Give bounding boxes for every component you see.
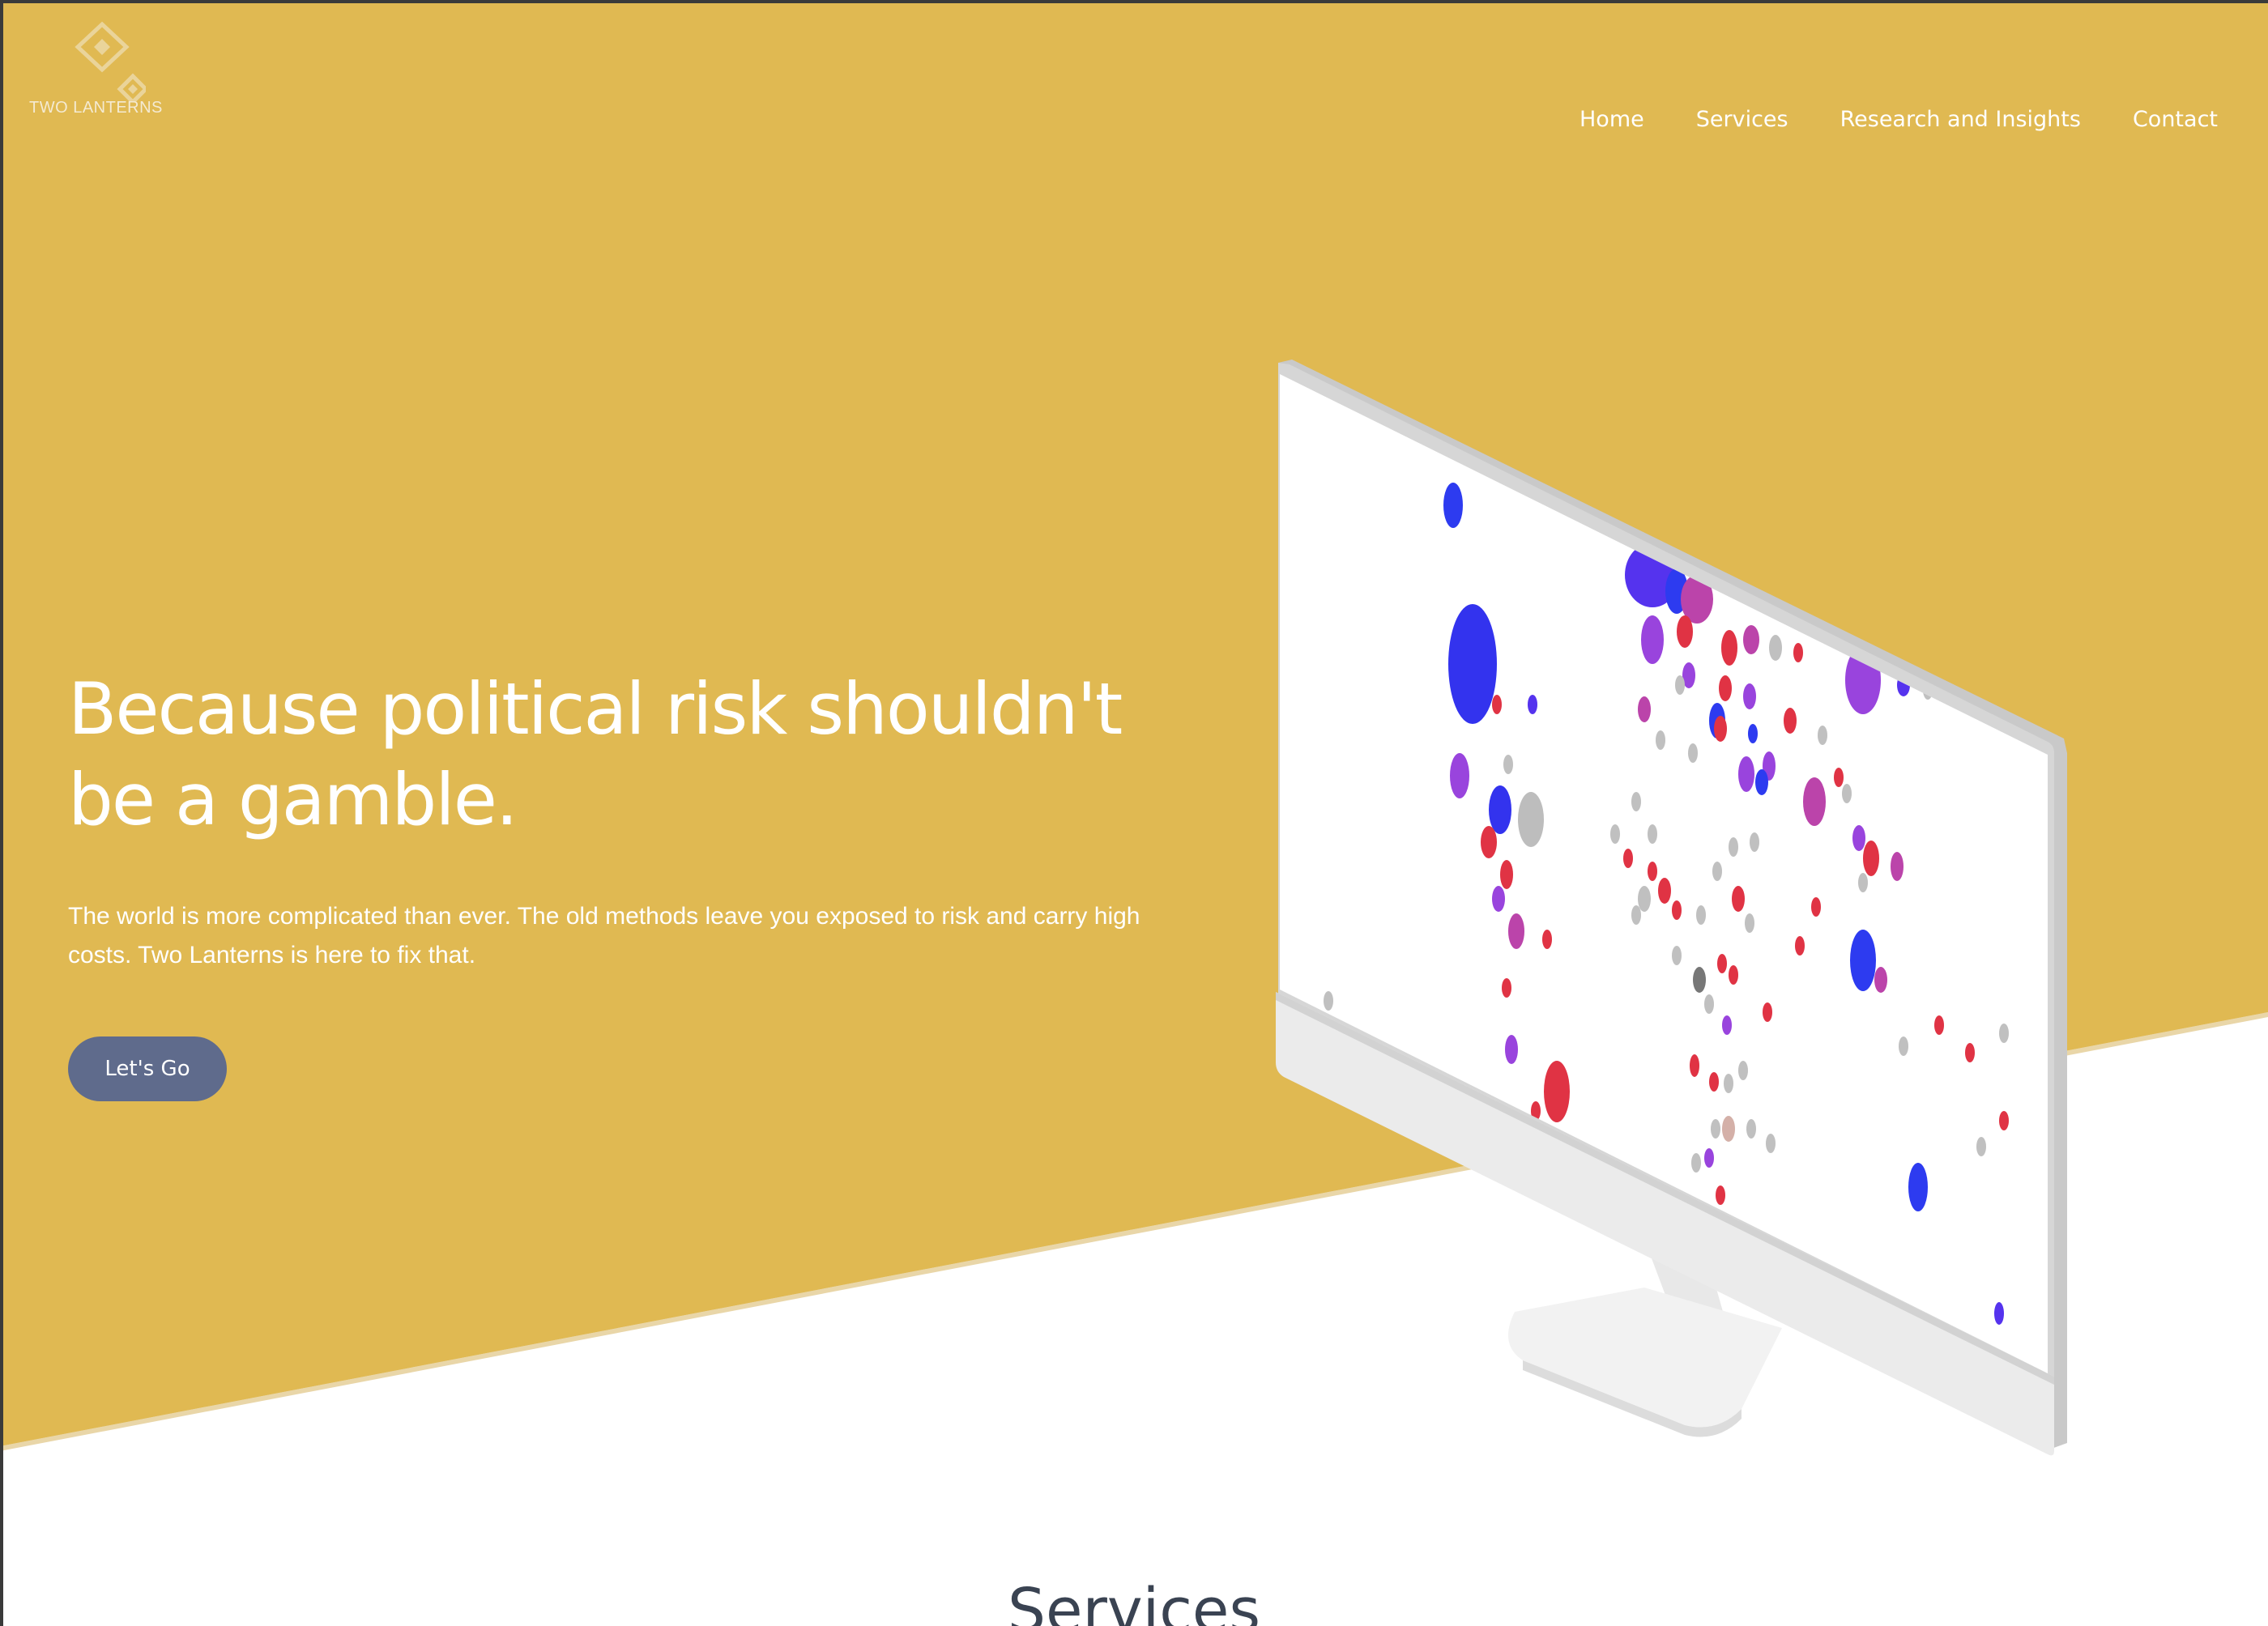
main-nav: Home Services Research and Insights Cont… (1580, 107, 2218, 132)
window-left-edge (0, 0, 3, 1626)
window-top-edge (0, 0, 2268, 3)
lets-go-button[interactable]: Let's Go (68, 1036, 227, 1101)
services-heading: Services (1007, 1576, 1261, 1626)
nav-research-and-insights[interactable]: Research and Insights (1840, 107, 2081, 132)
nav-contact[interactable]: Contact (2133, 107, 2218, 132)
nav-home[interactable]: Home (1580, 107, 1644, 132)
hero-subtitle: The world is more complicated than ever.… (68, 903, 1140, 968)
hero-title: Because political risk shouldn't be a ga… (68, 667, 1123, 841)
lantern-logo-icon (75, 21, 146, 102)
brand-name: TWO LANTERNS (29, 99, 163, 117)
landing-page: TWO LANTERNS Home Services Research and … (0, 0, 2268, 1626)
logo[interactable]: TWO LANTERNS (24, 21, 162, 118)
nav-services[interactable]: Services (1696, 107, 1788, 132)
